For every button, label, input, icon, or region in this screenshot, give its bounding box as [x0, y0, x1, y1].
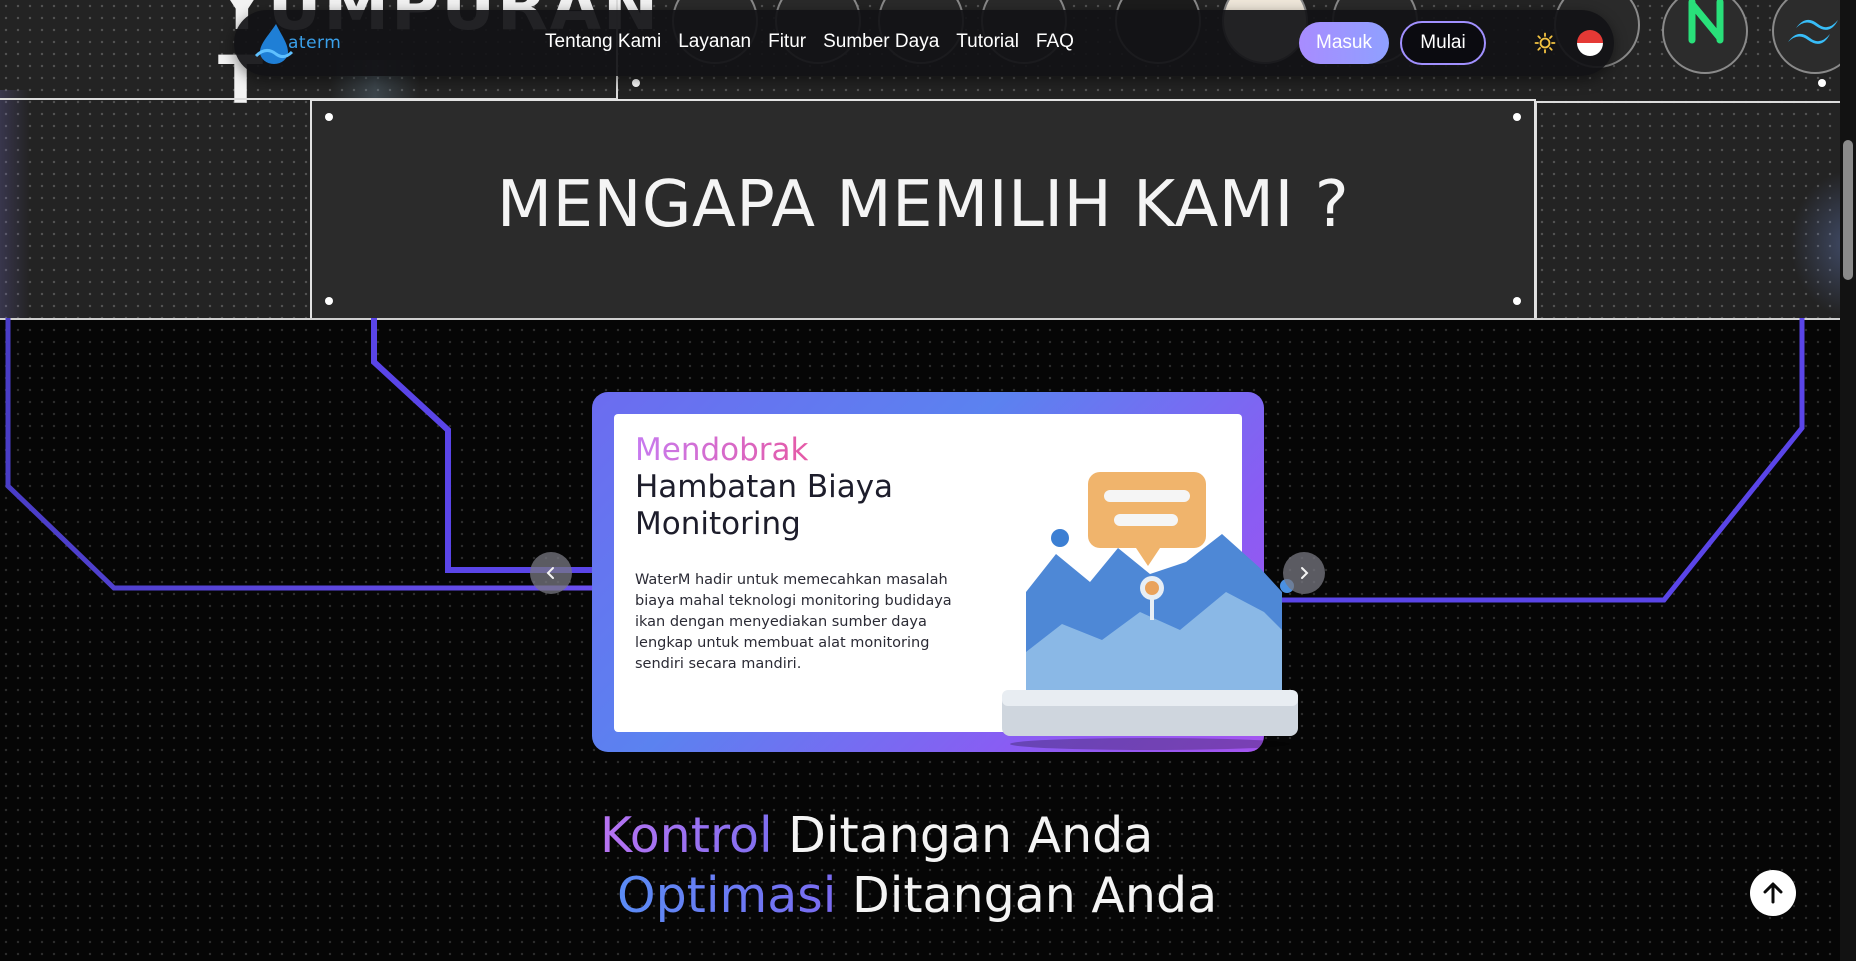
corner-dot: [325, 113, 333, 121]
tagline-rest: Ditangan Anda: [836, 867, 1218, 924]
tagline-accent: Optimasi: [617, 867, 837, 924]
carousel-prev-button[interactable]: [530, 552, 572, 594]
corner-dot: [325, 297, 333, 305]
nav-link-faq[interactable]: FAQ: [1036, 31, 1074, 53]
login-button[interactable]: Masuk: [1299, 22, 1389, 64]
tagline-optimasi: Optimasi Ditangan Anda: [617, 867, 1217, 924]
frame-box: [1535, 101, 1840, 318]
analytics-chart-illustration: [1002, 472, 1298, 750]
carousel-next-button[interactable]: [1283, 552, 1325, 594]
chevron-left-icon: [546, 567, 554, 579]
card-heading-accent: Mendobrak: [635, 432, 809, 468]
nav-link-tutorial[interactable]: Tutorial: [956, 31, 1019, 53]
corner-dot: [1513, 113, 1521, 121]
brand-logo[interactable]: aterm: [254, 22, 341, 64]
corner-dot: [632, 79, 640, 87]
card-heading: Mendobrak Hambatan Biaya Monitoring: [635, 432, 965, 543]
corner-dot: [1818, 79, 1826, 87]
top-navbar: aterm Tentang Kami Layanan Fitur Sumber …: [234, 10, 1614, 76]
nav-link-fitur[interactable]: Fitur: [768, 31, 806, 53]
card-description: WaterM hadir untuk memecahkan masalah bi…: [635, 572, 952, 672]
tagline-accent: Kontrol: [600, 807, 773, 864]
nav-links: Tentang Kami Layanan Fitur Sumber Daya T…: [545, 31, 1091, 53]
nav-link-tentang-kami[interactable]: Tentang Kami: [545, 31, 661, 53]
start-button[interactable]: Mulai: [1400, 21, 1486, 65]
nav-link-sumber-daya[interactable]: Sumber Daya: [823, 31, 939, 53]
chevron-right-icon: [1301, 567, 1309, 579]
scroll-to-top-button[interactable]: [1750, 870, 1796, 916]
tagline-rest: Ditangan Anda: [772, 807, 1154, 864]
nav-link-layanan[interactable]: Layanan: [678, 31, 751, 53]
arrow-up-icon: [1763, 882, 1783, 904]
section-title: MENGAPA MEMILIH KAMI ?: [496, 168, 1350, 242]
indonesia-flag-icon[interactable]: [1577, 30, 1603, 56]
scrollbar-thumb[interactable]: [1843, 140, 1853, 280]
brand-name: aterm: [288, 33, 342, 53]
sun-icon[interactable]: [1534, 32, 1556, 54]
tagline-kontrol: Kontrol Ditangan Anda: [600, 807, 1153, 864]
light-glow: [0, 90, 30, 318]
card-heading-rest: Hambatan Biaya Monitoring: [635, 469, 894, 542]
corner-dot: [1513, 297, 1521, 305]
